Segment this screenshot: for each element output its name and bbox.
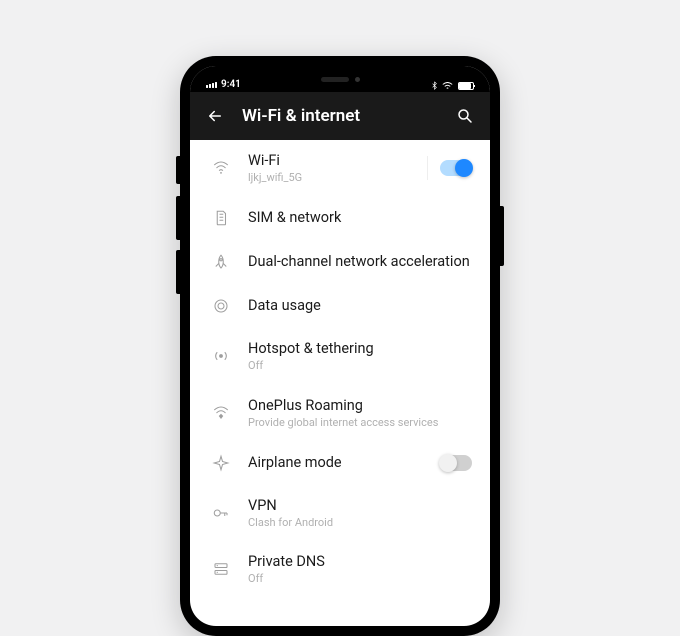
row-label: Private DNS [248,553,472,571]
row-wifi[interactable]: Wi-Fi ljkj_wifi_5G [190,140,490,196]
airplane-toggle[interactable] [440,455,472,471]
row-private-dns[interactable]: Private DNS Off [190,541,490,597]
row-label: VPN [248,497,472,515]
camera-dot [355,77,360,82]
row-data-usage[interactable]: Data usage [190,284,490,328]
wifi-status-icon [442,82,453,90]
divider [427,156,428,180]
cellular-signal-icon [206,82,217,88]
row-label: OnePlus Roaming [248,397,472,415]
row-sublabel: ljkj_wifi_5G [248,171,421,184]
side-button [500,206,504,266]
row-vpn[interactable]: VPN Clash for Android [190,485,490,541]
wifi-icon [208,159,234,177]
status-right [432,81,474,90]
bluetooth-icon [432,81,437,90]
screen: 9:41 Wi-Fi & internet [190,66,490,626]
status-left: 9:41 [206,79,241,90]
status-time: 9:41 [221,79,241,90]
rocket-icon [208,253,234,271]
vpn-icon [208,504,234,522]
airplane-icon [208,454,234,472]
dns-icon [208,560,234,578]
row-sublabel: Off [248,572,472,585]
data-usage-icon [208,297,234,315]
row-label: Dual-channel network acceleration [248,253,472,271]
row-dual-channel[interactable]: Dual-channel network acceleration [190,240,490,284]
row-sublabel: Clash for Android [248,516,472,529]
app-bar: Wi-Fi & internet [190,92,490,140]
wifi-toggle[interactable] [440,160,472,176]
row-label: Hotspot & tethering [248,340,472,358]
notch [280,66,400,92]
row-label: Data usage [248,297,472,315]
speaker [321,77,349,82]
row-label: Wi-Fi [248,152,421,170]
side-button [176,156,180,184]
battery-icon [458,82,474,90]
row-hotspot[interactable]: Hotspot & tethering Off [190,328,490,384]
row-sim[interactable]: SIM & network [190,196,490,240]
side-button [176,196,180,240]
row-label: SIM & network [248,209,472,227]
side-button [176,250,180,294]
page-title: Wi-Fi & internet [242,106,438,126]
row-label: Airplane mode [248,454,440,472]
row-roaming[interactable]: OnePlus Roaming Provide global internet … [190,385,490,441]
row-airplane[interactable]: Airplane mode [190,441,490,485]
row-sublabel: Provide global internet access services [248,416,472,429]
hotspot-icon [208,347,234,365]
sim-icon [208,209,234,227]
roaming-icon [208,404,234,422]
search-icon[interactable] [456,107,474,125]
back-icon[interactable] [206,107,224,125]
settings-list: Wi-Fi ljkj_wifi_5G SIM & network [190,140,490,598]
row-sublabel: Off [248,359,472,372]
status-bar-area: 9:41 [190,66,490,92]
phone-frame: 9:41 Wi-Fi & internet [180,56,500,636]
